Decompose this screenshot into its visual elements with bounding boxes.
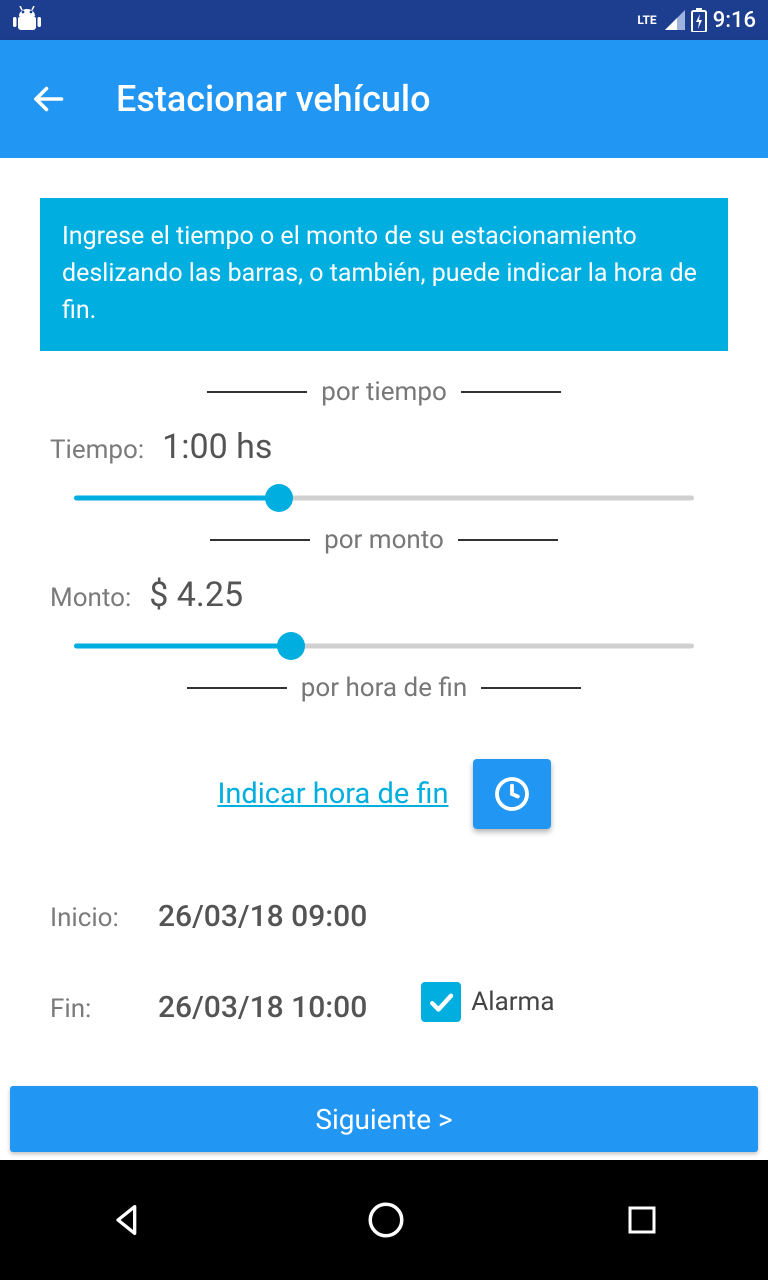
end-label: Fin:: [50, 994, 132, 1024]
end-value: 26/03/18 10:00: [158, 990, 367, 1025]
nav-back-button[interactable]: [108, 1200, 148, 1240]
separator-time-label: por tiempo: [321, 377, 447, 407]
start-row: Inicio: 26/03/18 09:00: [50, 899, 718, 934]
nav-recent-button[interactable]: [624, 1202, 660, 1238]
status-bar: LTE 9:16: [0, 0, 768, 40]
time-row: Tiempo: 1:00 hs: [10, 417, 758, 515]
nav-bar: [0, 1160, 768, 1280]
nav-home-button[interactable]: [365, 1199, 407, 1241]
clock-label: 9:16: [713, 8, 756, 33]
datetime-section: Inicio: 26/03/18 09:00 Fin: 26/03/18 10:…: [10, 899, 758, 1025]
end-time-row: Indicar hora de fin: [10, 759, 758, 829]
alarm-label: Alarma: [471, 987, 554, 1017]
amount-row: Monto: $ 4.25: [10, 565, 758, 663]
start-value: 26/03/18 09:00: [158, 899, 367, 934]
amount-label: Monto:: [50, 583, 131, 613]
next-button[interactable]: Siguiente >: [10, 1086, 758, 1152]
separator-amount-label: por monto: [324, 525, 444, 555]
amount-value: $ 4.25: [149, 575, 243, 615]
time-label: Tiempo:: [50, 435, 144, 465]
alarm-checkbox[interactable]: [421, 982, 461, 1022]
page-title: Estacionar vehículo: [116, 78, 431, 120]
amount-slider-thumb[interactable]: [277, 632, 305, 660]
clock-button[interactable]: [473, 759, 551, 829]
time-value: 1:00 hs: [162, 427, 272, 467]
signal-icon: [665, 10, 685, 30]
separator-time: por tiempo: [10, 377, 758, 407]
instruction-box: Ingrese el tiempo o el monto de su estac…: [40, 198, 728, 351]
check-icon: [426, 987, 456, 1017]
network-type: LTE: [637, 13, 656, 27]
separator-end: por hora de fin: [10, 673, 758, 703]
battery-charging-icon: [691, 8, 707, 32]
time-slider-thumb[interactable]: [265, 484, 293, 512]
amount-slider[interactable]: [74, 629, 694, 663]
android-mascot-icon: [12, 6, 42, 34]
clock-icon: [492, 774, 532, 814]
next-button-label: Siguiente >: [315, 1103, 452, 1136]
main-content: Ingrese el tiempo o el monto de su estac…: [0, 158, 768, 1160]
app-bar: Estacionar vehículo: [0, 40, 768, 158]
back-button[interactable]: [28, 79, 68, 119]
separator-end-label: por hora de fin: [301, 673, 467, 703]
time-slider[interactable]: [74, 481, 694, 515]
end-row: Fin: 26/03/18 10:00 Alarma: [50, 982, 718, 1025]
separator-amount: por monto: [10, 525, 758, 555]
indicate-end-time-link[interactable]: Indicar hora de fin: [217, 777, 448, 811]
start-label: Inicio:: [50, 903, 132, 933]
